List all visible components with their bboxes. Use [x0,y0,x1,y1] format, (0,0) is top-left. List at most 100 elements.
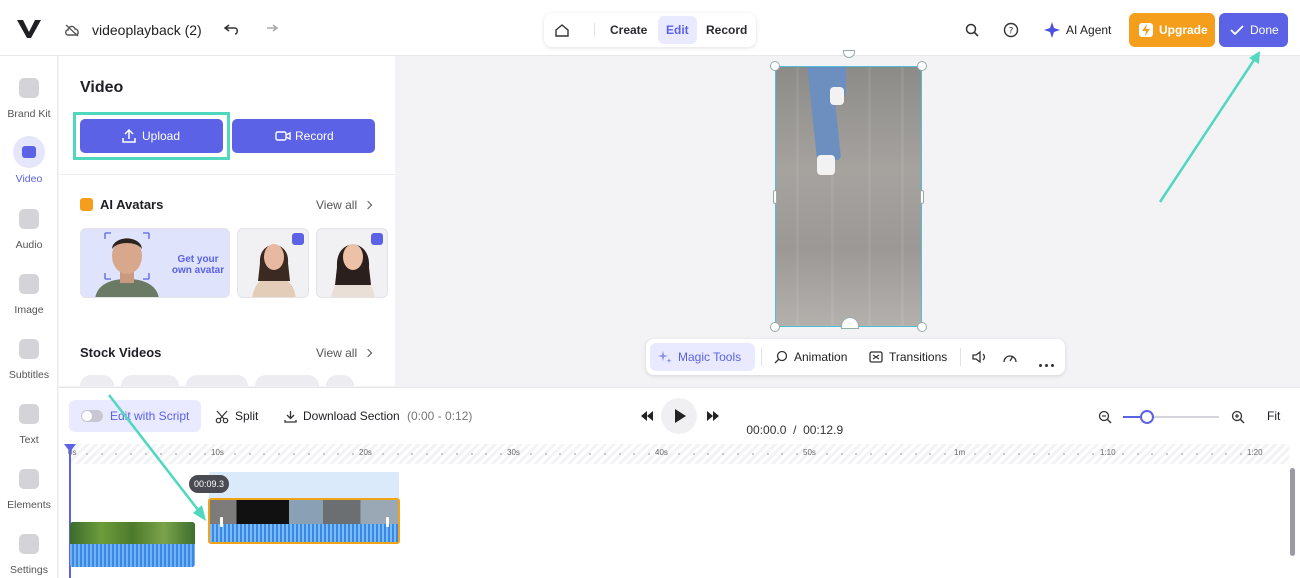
clip-thumbnails [210,500,398,524]
avatar-card[interactable] [237,228,309,298]
ruler-dot [870,453,873,455]
rail-item-audio[interactable]: Audio [0,201,58,261]
speed-icon[interactable] [1002,350,1018,364]
toggle-switch[interactable] [81,410,103,422]
home-icon[interactable] [554,22,570,38]
stock-filter-chip[interactable] [186,375,248,386]
time-separator: / [793,423,797,437]
rail-item-subtitles[interactable]: Subtitles [0,331,58,391]
ruler-dot [722,453,725,455]
ruler-dot [233,453,236,455]
rail-item-elements[interactable]: Elements [0,461,58,521]
video-panel: Video Upload Record AI Avatars View all … [59,56,395,386]
stock-videos-view-all[interactable]: View all [316,346,373,360]
ruler-dot [426,453,429,455]
ai-avatars-title: AI Avatars [100,197,164,212]
zoom-slider[interactable] [1123,410,1219,424]
stock-filter-chip[interactable] [121,375,179,386]
rewind-icon[interactable] [641,411,653,421]
edit-with-script-toggle[interactable]: Edit with Script [69,400,201,432]
app-logo-icon[interactable] [16,18,42,40]
resize-handle[interactable] [920,190,924,204]
video-preview[interactable] [775,66,922,327]
avatar-face-scan-icon [95,232,159,297]
edit-with-script-label: Edit with Script [110,409,190,423]
rail-item-brand-kit[interactable]: Brand Kit [0,70,58,130]
upgrade-button[interactable]: Upgrade [1129,13,1215,47]
help-icon[interactable]: ? [1003,22,1019,38]
ruler-dot [603,453,606,455]
brand-kit-icon [19,78,39,98]
avatar-card[interactable] [316,228,388,298]
ruler-dot [618,453,621,455]
rail-item-image[interactable]: Image [0,266,58,326]
split-label: Split [235,409,259,423]
volume-icon[interactable] [972,350,988,364]
ruler-dot [781,453,784,455]
text-icon [19,404,39,424]
shoe-shape [830,87,844,105]
ruler-dot [204,453,207,455]
ruler-dot [1181,453,1183,455]
done-button[interactable]: Done [1219,13,1288,47]
ruler-dot [248,453,251,455]
lightning-icon [1139,23,1153,37]
upload-button[interactable]: Upload [80,119,223,153]
ruler-dot [455,453,458,455]
mode-record[interactable]: Record [698,16,755,44]
clip-trim-handle[interactable] [220,517,223,527]
resize-handle[interactable] [917,322,927,332]
resize-handle[interactable] [770,322,780,332]
record-button[interactable]: Record [232,119,375,153]
timeline-ruler[interactable]: 0s 10s 20s 30s 40s 50s 1m 1:10 1:20 [68,444,1289,464]
animation-icon [774,350,788,364]
rail-item-settings[interactable]: Settings [0,526,58,578]
timeline-scrollbar[interactable] [1290,468,1295,556]
stock-filter-chip[interactable] [80,375,114,386]
resize-handle[interactable] [917,61,927,71]
music-icon [19,209,39,229]
rail-label: Audio [15,239,43,251]
ruler-dot [263,453,266,455]
mode-create[interactable]: Create [602,16,655,44]
rotate-handle[interactable] [841,317,859,329]
fast-forward-icon[interactable] [707,411,719,421]
video-clip-selected[interactable] [208,498,400,544]
redo-icon[interactable] [262,22,278,36]
stock-filter-chip[interactable] [255,375,319,386]
ruler-dot [145,453,147,455]
search-icon[interactable] [964,22,980,38]
project-title[interactable]: videoplayback (2) [92,22,202,38]
undo-icon[interactable] [224,22,240,36]
ruler-dot [737,453,739,455]
zoom-in-icon[interactable] [1231,410,1245,424]
cloud-sync-icon[interactable] [64,23,80,37]
transitions-button[interactable]: Transitions [861,343,953,371]
mode-edit[interactable]: Edit [658,16,697,44]
animation-button[interactable]: Animation [766,343,852,371]
video-clip[interactable] [70,522,195,567]
ai-avatars-view-all[interactable]: View all [316,198,373,212]
check-icon [1230,25,1244,36]
resize-handle[interactable] [770,61,780,71]
zoom-out-icon[interactable] [1098,410,1112,424]
play-button[interactable] [661,398,697,434]
stock-filter-chip[interactable] [326,375,354,386]
ruler-dot [411,453,414,455]
ruler-dot [189,453,192,455]
ruler-dot [100,453,103,455]
resize-handle[interactable] [773,190,777,204]
get-avatar-card[interactable]: Get your own avatar [80,228,230,298]
rail-item-text[interactable]: Text [0,396,58,456]
magic-tools-button[interactable]: Magic Tools [650,343,755,371]
fit-button[interactable]: Fit [1267,409,1280,423]
ruler-dot [1092,453,1095,455]
zoom-slider-knob[interactable] [1140,410,1154,424]
image-icon [19,274,39,294]
top-bar: videoplayback (2) Create Edit Record ? A… [0,0,1300,56]
rail-item-video[interactable]: Video [0,135,58,195]
ruler-dot [1062,453,1065,455]
more-options-icon[interactable] [1039,356,1057,370]
rail-label: Video [15,173,43,185]
clip-trim-handle[interactable] [386,517,389,527]
